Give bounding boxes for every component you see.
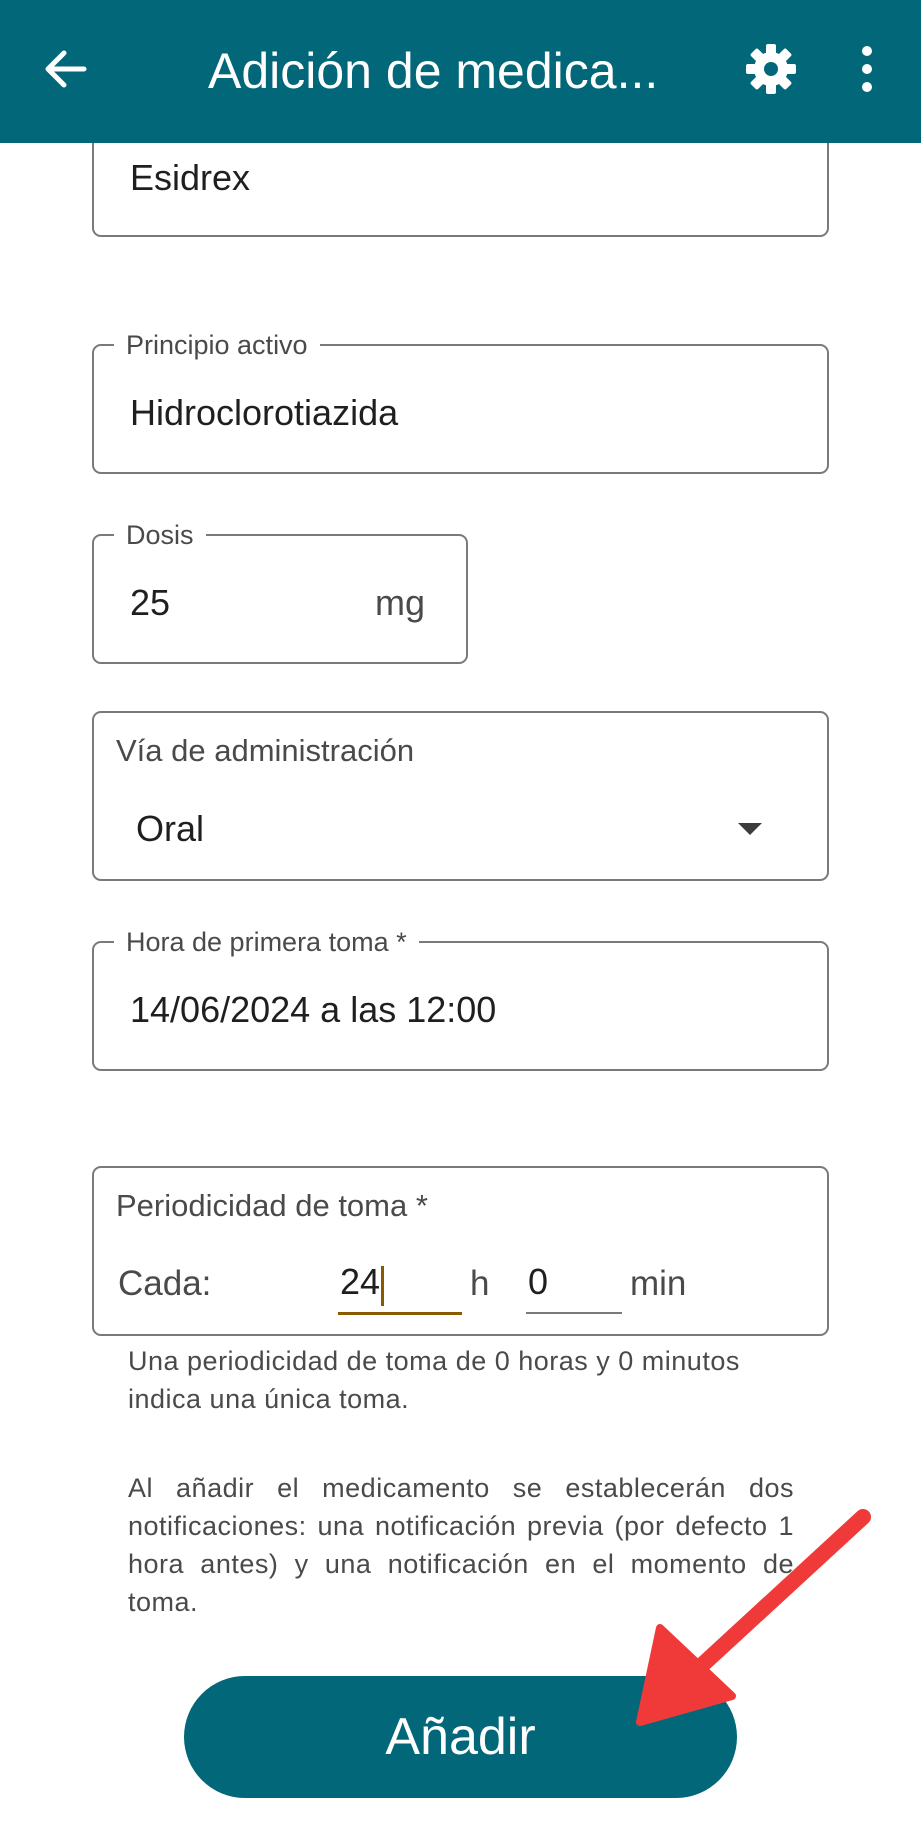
hours-value: 24	[340, 1261, 381, 1302]
every-label: Cada:	[118, 1264, 212, 1303]
text-cursor	[381, 1266, 384, 1306]
frequency-help-text: Una periodicidad de toma de 0 horas y 0 …	[128, 1346, 740, 1414]
first-dose-time-field[interactable]: Hora de primera toma * 14/06/2024 a las …	[92, 926, 829, 1071]
annotation-arrow-icon	[636, 1509, 871, 1726]
frequency-label: Periodicidad de toma *	[116, 1188, 428, 1223]
active-ingredient-value: Hidroclorotiazida	[130, 392, 399, 433]
first-dose-time-label: Hora de primera toma *	[114, 926, 419, 958]
minutes-underline	[526, 1312, 622, 1314]
hours-input[interactable]: 24	[338, 1254, 462, 1315]
more-vert-icon[interactable]	[852, 44, 882, 94]
dose-unit: mg	[375, 582, 426, 623]
app-bar: Adición de medica...	[0, 0, 921, 143]
dose-label: Dosis	[114, 519, 206, 551]
minutes-value: 0	[528, 1261, 549, 1302]
route-select[interactable]: Vía de administración Oral	[92, 711, 829, 881]
page-title: Adición de medica...	[208, 43, 659, 99]
dose-value: 25	[130, 582, 171, 623]
frequency-field: Periodicidad de toma * Cada: 24 h 0 min	[92, 1166, 829, 1336]
active-ingredient-field[interactable]: Principio activo Hidroclorotiazida	[92, 329, 829, 474]
route-value: Oral	[136, 808, 205, 849]
minutes-unit: min	[630, 1264, 687, 1303]
hours-underline-focused	[338, 1312, 462, 1315]
chevron-down-icon	[738, 823, 762, 835]
dose-field[interactable]: Dosis 25 mg	[92, 519, 468, 664]
route-label: Vía de administración	[116, 733, 415, 768]
gear-icon[interactable]	[744, 42, 798, 96]
minutes-input[interactable]: 0	[526, 1254, 622, 1314]
medication-name-value: Esidrex	[130, 157, 251, 198]
active-ingredient-label: Principio activo	[114, 329, 320, 361]
first-dose-time-value: 14/06/2024 a las 12:00	[130, 989, 497, 1030]
hours-unit: h	[470, 1264, 490, 1303]
arrow-left-icon[interactable]	[40, 44, 90, 94]
